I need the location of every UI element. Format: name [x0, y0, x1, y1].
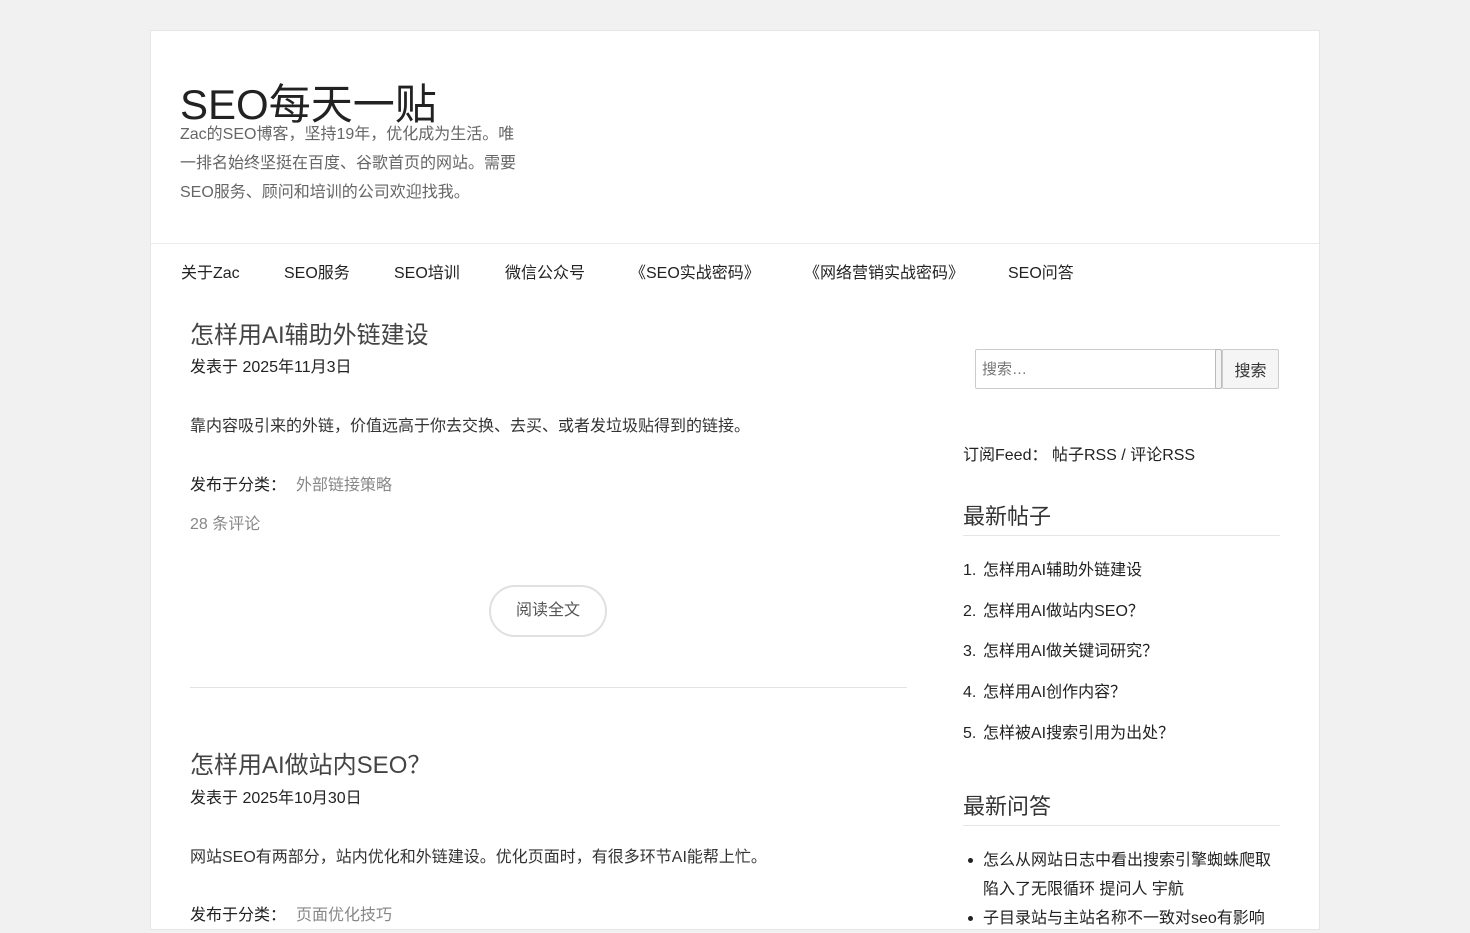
- posts-rss-link[interactable]: 帖子RSS: [1052, 447, 1117, 464]
- recent-posts-list: 1. 怎样用AI辅助外链建设 2. 怎样用AI做站内SEO？ 3. 怎样用AI做关键词…: [963, 559, 1280, 762]
- feed-label: 订阅Feed：: [963, 447, 1048, 464]
- recent-qa-title: 最新问答: [963, 794, 1052, 819]
- nav-item-seo-training[interactable]: SEO培训: [394, 259, 460, 283]
- list-item[interactable]: 子目录站与主站名称不一致对seo有影响: [963, 904, 1283, 933]
- list-item[interactable]: 5. 怎样被AI搜索引用为出处？: [963, 722, 1280, 763]
- post-title[interactable]: 怎样用AI做站内SEO？: [190, 745, 431, 780]
- widget-divider: [963, 535, 1280, 536]
- list-item[interactable]: 2. 怎样用AI做站内SEO？: [963, 600, 1280, 641]
- post-excerpt: 靠内容吸引来的外链，价值远高于你去交换、去买、或者发垃圾贴得到的链接。: [190, 418, 751, 435]
- search-button[interactable]: 搜索: [1222, 349, 1279, 389]
- category-link[interactable]: 外部链接策略: [296, 477, 392, 494]
- site-description: Zac的SEO博客，坚持19年，优化成为生活。唯一排名始终坚挺在百度、谷歌首页的…: [180, 126, 517, 201]
- comments-rss-link[interactable]: 评论RSS: [1130, 447, 1195, 464]
- post-date: 发表于 2025年10月30日: [190, 790, 362, 807]
- list-item[interactable]: 1. 怎样用AI辅助外链建设: [963, 559, 1280, 600]
- bullet-icon: [968, 858, 973, 863]
- read-more-button[interactable]: 阅读全文: [489, 585, 607, 637]
- nav-item-marketing-book[interactable]: 《网络营销实战密码》: [804, 259, 964, 283]
- nav-item-seo-service[interactable]: SEO服务: [284, 259, 350, 283]
- nav-item-about-zac[interactable]: 关于Zac: [181, 259, 240, 283]
- feed-separator: /: [1121, 447, 1126, 464]
- post-title[interactable]: 怎样用AI辅助外链建设: [190, 315, 429, 350]
- search-resize-handle: [1215, 349, 1222, 389]
- post-category: 发布于分类： 页面优化技巧: [190, 901, 392, 925]
- comments-link[interactable]: 28 条评论: [190, 510, 260, 534]
- post-divider: [190, 687, 907, 688]
- bullet-icon: [968, 916, 973, 921]
- category-label: 发布于分类：: [190, 907, 287, 924]
- post-category: 发布于分类： 外部链接策略: [190, 471, 392, 495]
- category-link[interactable]: 页面优化技巧: [296, 907, 392, 924]
- search-input[interactable]: [975, 349, 1222, 389]
- recent-qa-list: 怎么从网站日志中看出搜索引擎蜘蛛爬取陷入了无限循环 提问人 宇航 子目录站与主站…: [963, 846, 1283, 933]
- page-container: SEO每天一贴 Zac的SEO博客，坚持19年，优化成为生活。唯一排名始终坚挺在…: [150, 30, 1320, 930]
- list-item[interactable]: 3. 怎样用AI做关键词研究？: [963, 640, 1280, 681]
- nav-item-wechat[interactable]: 微信公众号: [505, 259, 585, 283]
- nav-item-seo-qa[interactable]: SEO问答: [1008, 259, 1074, 283]
- list-item[interactable]: 怎么从网站日志中看出搜索引擎蜘蛛爬取陷入了无限循环 提问人 宇航: [963, 846, 1283, 904]
- category-label: 发布于分类：: [190, 477, 287, 494]
- widget-divider: [963, 825, 1280, 826]
- header-divider: [151, 243, 1319, 244]
- feed-subscribe: 订阅Feed： 帖子RSS / 评论RSS: [963, 441, 1195, 465]
- nav-item-seo-book[interactable]: 《SEO实战密码》: [630, 259, 760, 283]
- list-item[interactable]: 4. 怎样用AI创作内容？: [963, 681, 1280, 722]
- post-excerpt: 网站SEO有两部分，站内优化和外链建设。优化页面时，有很多环节AI能帮上忙。: [190, 849, 767, 866]
- recent-posts-title: 最新帖子: [963, 504, 1052, 529]
- post-date: 发表于 2025年11月3日: [190, 359, 352, 376]
